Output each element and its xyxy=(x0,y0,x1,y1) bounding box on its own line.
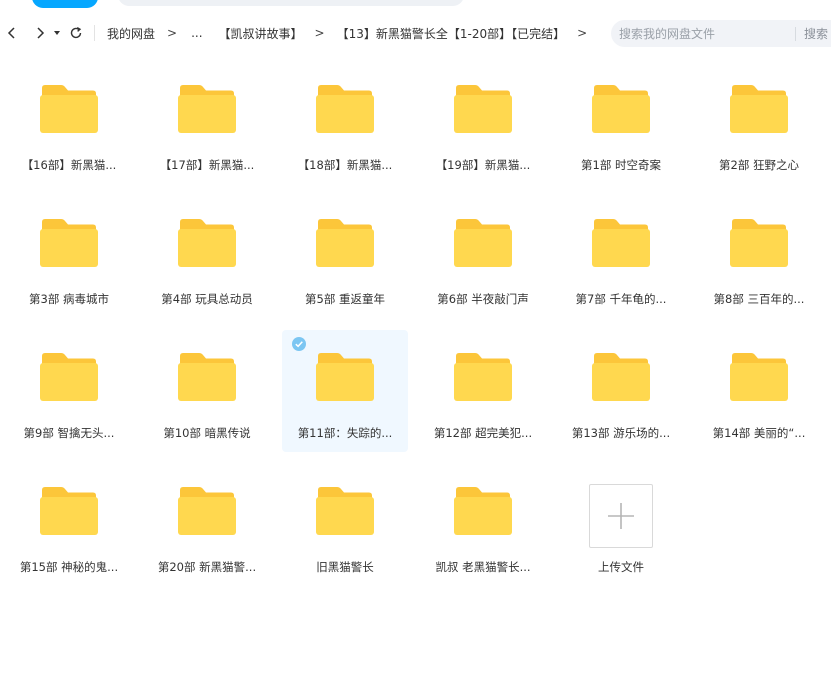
folder-item[interactable]: 第10部 暗黑传说 xyxy=(144,330,270,452)
folder-icon xyxy=(592,85,650,133)
top-blue-button[interactable] xyxy=(32,0,98,8)
folder-item[interactable]: 【19部】新黑猫... xyxy=(420,62,546,184)
search-box: 搜索 xyxy=(611,20,831,47)
folder-icon xyxy=(178,219,236,267)
refresh-button[interactable] xyxy=(66,21,86,45)
folder-icon xyxy=(178,487,236,535)
chevron-left-icon xyxy=(7,27,15,39)
folder-item[interactable]: 第13部 游乐场的... xyxy=(558,330,684,452)
folder-icon xyxy=(454,353,512,401)
folder-name: 第9部 智擒无头... xyxy=(23,426,115,440)
folder-icon xyxy=(730,85,788,133)
folder-icon xyxy=(178,85,236,133)
folder-name: 第1部 时空奇案 xyxy=(581,158,661,172)
breadcrumb-separator: > xyxy=(577,26,588,40)
folder-icon xyxy=(316,85,374,133)
folder-name: 第6部 半夜敲门声 xyxy=(437,292,529,306)
upload-label: 上传文件 xyxy=(598,560,644,574)
chevron-right-icon xyxy=(37,27,45,39)
folder-item[interactable]: 第5部 重返童年 xyxy=(282,196,408,318)
search-button[interactable]: 搜索 xyxy=(804,25,828,42)
folder-name: 第13部 游乐场的... xyxy=(571,426,671,440)
folder-icon xyxy=(316,219,374,267)
folder-item[interactable]: 第8部 三百年的... xyxy=(696,196,822,318)
folder-item[interactable]: 第12部 超完美犯... xyxy=(420,330,546,452)
folder-item[interactable]: 旧黑猫警长 xyxy=(282,464,408,586)
folder-name: 【17部】新黑猫... xyxy=(159,158,255,172)
folder-item[interactable]: 第11部：失踪的... xyxy=(282,330,408,452)
folder-item[interactable]: 凯叔 老黑猫警长... xyxy=(420,464,546,586)
upload-tile[interactable]: 上传文件 xyxy=(558,464,684,586)
folder-item[interactable]: 第20部 新黑猫警... xyxy=(144,464,270,586)
folder-name: 第10部 暗黑传说 xyxy=(163,426,251,440)
folder-name: 第11部：失踪的... xyxy=(297,426,393,440)
folder-name: 旧黑猫警长 xyxy=(316,560,374,574)
folder-name: 第5部 重返童年 xyxy=(305,292,385,306)
check-circle-icon[interactable] xyxy=(292,337,306,351)
folder-item[interactable]: 第1部 时空奇案 xyxy=(558,62,684,184)
search-input[interactable] xyxy=(617,25,791,42)
back-button[interactable] xyxy=(2,21,22,45)
folder-item[interactable]: 第2部 狂野之心 xyxy=(696,62,822,184)
folder-icon xyxy=(454,219,512,267)
breadcrumb-current[interactable]: 【13】新黑猫警长全【1-20部】【已完结】 xyxy=(335,25,568,42)
caret-down-icon xyxy=(54,31,60,35)
folder-icon xyxy=(40,219,98,267)
folder-icon xyxy=(316,353,374,401)
folder-item[interactable]: 第9部 智擒无头... xyxy=(6,330,132,452)
folder-item[interactable]: 第15部 神秘的鬼... xyxy=(6,464,132,586)
folder-icon xyxy=(454,85,512,133)
top-tab-bar[interactable] xyxy=(118,0,464,6)
folder-icon xyxy=(454,487,512,535)
folder-name: 第15部 神秘的鬼... xyxy=(19,560,119,574)
folder-name: 【18部】新黑猫... xyxy=(297,158,393,172)
folder-name: 第8部 三百年的... xyxy=(713,292,805,306)
breadcrumb: 我的网盘 > ... 【凯叔讲故事】 > 【13】新黑猫警长全【1-20部】【已… xyxy=(105,16,597,50)
folder-icon xyxy=(316,487,374,535)
folder-name: 第4部 玩具总动员 xyxy=(161,292,253,306)
folder-icon xyxy=(40,353,98,401)
folder-name: 第12部 超完美犯... xyxy=(433,426,533,440)
breadcrumb-separator: > xyxy=(314,26,325,40)
upload-button[interactable] xyxy=(589,484,653,548)
folder-item[interactable]: 第14部 美丽的“... xyxy=(696,330,822,452)
breadcrumb-ellipsis[interactable]: ... xyxy=(187,26,216,40)
folder-icon xyxy=(40,487,98,535)
folder-name: 第3部 病毒城市 xyxy=(29,292,109,306)
folder-icon xyxy=(592,219,650,267)
folder-icon xyxy=(40,85,98,133)
folder-item[interactable]: 第6部 半夜敲门声 xyxy=(420,196,546,318)
folder-name: 第20部 新黑猫警... xyxy=(157,560,257,574)
folder-name: 第2部 狂野之心 xyxy=(719,158,799,172)
refresh-icon xyxy=(70,26,82,39)
history-dropdown[interactable] xyxy=(50,21,64,45)
folder-name: 第14部 美丽的“... xyxy=(712,426,806,440)
forward-button[interactable] xyxy=(30,21,50,45)
breadcrumb-root[interactable]: 我的网盘 xyxy=(105,25,157,42)
folder-item[interactable]: 【17部】新黑猫... xyxy=(144,62,270,184)
folder-name: 第7部 千年龟的... xyxy=(575,292,667,306)
folder-name: 【16部】新黑猫... xyxy=(21,158,117,172)
plus-icon xyxy=(608,503,634,529)
folder-item[interactable]: 【16部】新黑猫... xyxy=(6,62,132,184)
nav-divider xyxy=(94,25,95,41)
folder-icon xyxy=(178,353,236,401)
folder-name: 凯叔 老黑猫警长... xyxy=(435,560,531,574)
breadcrumb-separator: > xyxy=(167,26,178,40)
folder-icon xyxy=(730,353,788,401)
folder-item[interactable]: 第4部 玩具总动员 xyxy=(144,196,270,318)
breadcrumb-kaishu[interactable]: 【凯叔讲故事】 xyxy=(217,25,305,42)
folder-icon xyxy=(592,353,650,401)
search-divider xyxy=(795,26,796,41)
folder-name: 【19部】新黑猫... xyxy=(435,158,531,172)
top-strip xyxy=(0,0,831,10)
folder-item[interactable]: 第3部 病毒城市 xyxy=(6,196,132,318)
folder-item[interactable]: 【18部】新黑猫... xyxy=(282,62,408,184)
folder-item[interactable]: 第7部 千年龟的... xyxy=(558,196,684,318)
folder-icon xyxy=(730,219,788,267)
